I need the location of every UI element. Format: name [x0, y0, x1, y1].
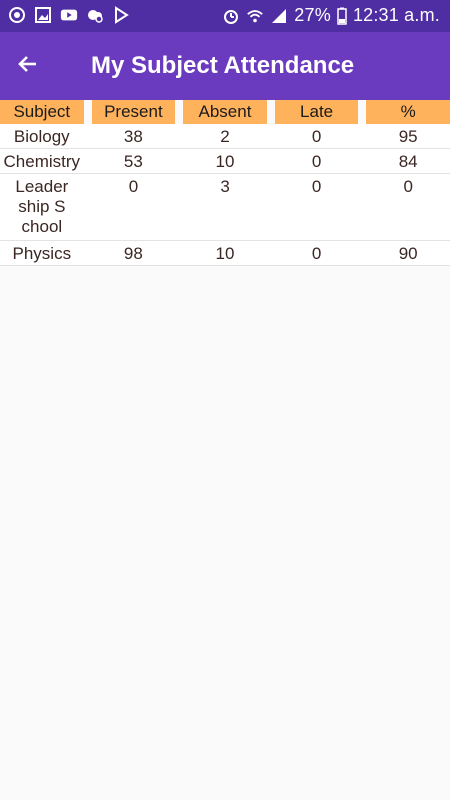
cell-absent: 10 — [215, 152, 235, 171]
table-row: Physics 98 10 0 90 — [0, 241, 450, 266]
system-status: 27% 12:31 a.m. — [222, 5, 440, 26]
header-late: Late — [274, 100, 359, 124]
cell-absent: 3 — [220, 177, 230, 196]
cell-late: 0 — [311, 177, 322, 196]
notification-icons — [8, 6, 130, 24]
cell-late: 0 — [311, 152, 322, 171]
table-header: Subject Present Absent Late % — [0, 100, 450, 124]
wifi-icon — [246, 7, 264, 25]
battery-percent: 27% — [294, 5, 331, 25]
cell-absent: 2 — [220, 127, 230, 146]
cell-percent: 95 — [398, 127, 418, 146]
alarm-icon — [222, 7, 240, 25]
sync-icon — [8, 6, 26, 24]
cell-percent: 0 — [403, 177, 413, 196]
table-row: Chemistry 53 10 0 84 — [0, 149, 450, 174]
table-row: Leadership School 0 3 0 0 — [0, 174, 450, 241]
cell-absent: 10 — [215, 244, 235, 263]
cell-late: 0 — [311, 244, 322, 263]
cell-subject: Biology — [13, 127, 70, 146]
play-store-icon — [112, 6, 130, 24]
cell-present: 0 — [128, 177, 139, 196]
header-subject: Subject — [0, 100, 84, 124]
image-icon — [34, 6, 52, 24]
clock: 12:31 a.m. — [352, 5, 440, 25]
cell-present: 38 — [123, 127, 143, 146]
signal-icon — [270, 7, 288, 25]
attendance-table: Subject Present Absent Late % Biology 38… — [0, 100, 450, 266]
back-button[interactable] — [10, 48, 46, 84]
cell-present: 98 — [123, 244, 143, 263]
status-bar: 27% 12:31 a.m. — [0, 0, 450, 32]
header-present: Present — [91, 100, 176, 124]
cell-subject: Chemistry — [3, 152, 81, 171]
youtube-icon — [60, 6, 78, 24]
header-absent: Absent — [183, 100, 267, 124]
cell-late: 0 — [311, 127, 322, 146]
app-bar: My Subject Attendance — [0, 32, 450, 100]
cell-subject: Leadership School — [15, 177, 69, 236]
page-title: My Subject Attendance — [91, 52, 355, 79]
table-row: Biology 38 2 0 95 — [0, 124, 450, 149]
cell-subject: Physics — [12, 244, 72, 263]
battery-icon — [337, 7, 347, 25]
arrow-left-icon — [16, 52, 40, 81]
cell-present: 53 — [123, 152, 143, 171]
cell-percent: 90 — [398, 244, 418, 263]
header-percent: % — [366, 100, 450, 124]
cloud-icon — [86, 6, 104, 24]
cell-percent: 84 — [398, 152, 418, 171]
